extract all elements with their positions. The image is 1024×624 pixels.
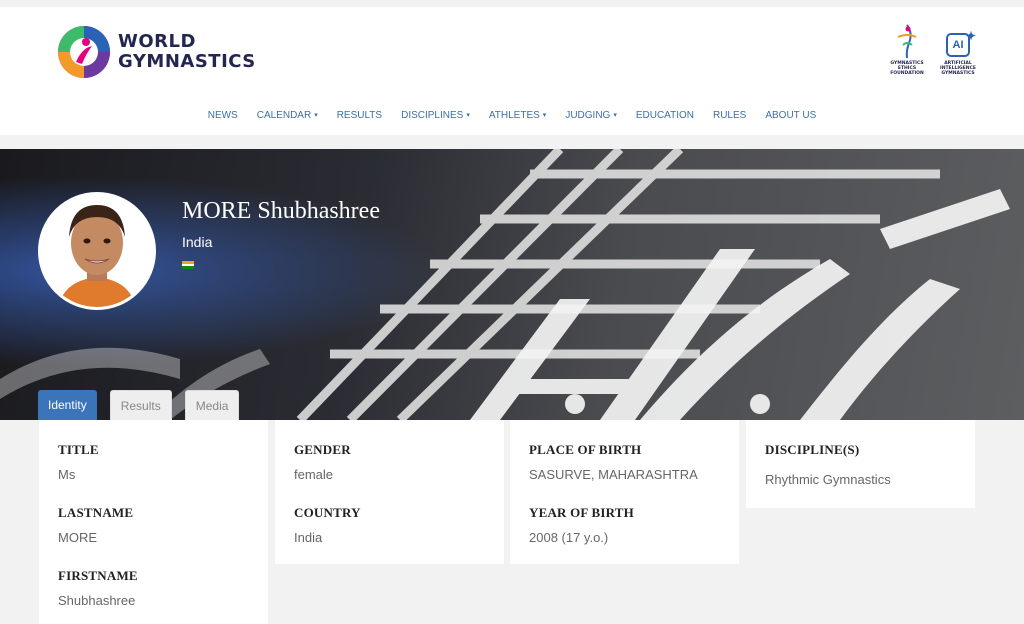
ai-gymnastics-logo-icon: AI ✦	[946, 29, 976, 57]
field-place-of-birth-value: SASURVE, MAHARASHTRA	[529, 467, 698, 482]
ai-gymnastics-label: ARTIFICIAL INTELLIGENCE GYMNASTICS	[940, 61, 976, 76]
world-gymnastics-logo-icon	[58, 26, 110, 78]
tab-media[interactable]: Media	[184, 390, 240, 420]
main-nav: NEWS CALENDAR ▾ RESULTS DISCIPLINES ▾ ATHL…	[0, 103, 1024, 129]
logo-wordmark: WORLD GYMNASTICS	[118, 32, 256, 72]
field-year-of-birth-label: YEAR OF BIRTH	[529, 505, 634, 520]
field-place-of-birth: PLACE OF BIRTH SASURVE, MAHARASHTRA	[529, 442, 698, 482]
nav-results[interactable]: RESULTS	[337, 103, 382, 129]
field-lastname: LASTNAME MORE	[58, 505, 133, 545]
ethics-foundation-label: GYMNASTICS ETHICS FOUNDATION	[890, 61, 924, 76]
top-strip	[0, 0, 1024, 7]
ai-badge-text: AI	[952, 39, 964, 51]
profile-tabs: Identity Results Media	[38, 390, 252, 420]
tab-identity[interactable]: Identity	[38, 390, 97, 420]
athlete-hero-banner	[0, 149, 1024, 420]
field-title-label: TITLE	[58, 442, 99, 457]
nav-judging-label: JUDGING	[565, 110, 611, 121]
nav-about-us-label: ABOUT US	[765, 110, 817, 121]
nav-news[interactable]: NEWS	[208, 103, 238, 129]
logo-line-2: GYMNASTICS	[118, 51, 256, 72]
athlete-photo	[41, 195, 153, 307]
caret-down-icon: ▾	[542, 112, 547, 119]
field-disciplines-value: Rhythmic Gymnastics	[765, 472, 891, 487]
nav-athletes-label: ATHLETES	[488, 110, 540, 121]
field-country: COUNTRY India	[294, 505, 361, 545]
identity-card-gender: GENDER female COUNTRY India	[275, 420, 504, 564]
caret-down-icon: ▾	[466, 112, 470, 119]
identity-card-discipline: DISCIPLINE(S) Rhythmic Gymnastics	[746, 420, 975, 508]
ai-gymnastics-link[interactable]: AI ✦ ARTIFICIAL INTELLIGENCE GYMNASTICS	[938, 23, 978, 85]
field-firstname-value: Shubhashree	[58, 593, 136, 608]
nav-judging[interactable]: JUDGING ▾	[565, 103, 617, 129]
nav-education[interactable]: EDUCATION	[636, 103, 694, 129]
tab-results[interactable]: Results	[109, 390, 172, 420]
nav-results-label: RESULTS	[336, 110, 383, 121]
ethics-foundation-logo-icon	[897, 24, 917, 59]
nav-rules-label: RULES	[712, 110, 747, 121]
ethics-foundation-link[interactable]: GYMNASTICS ETHICS FOUNDATION	[887, 23, 927, 85]
athlete-avatar	[38, 192, 156, 310]
nav-disciplines-label: DISCIPLINES	[401, 110, 464, 121]
field-disciplines: DISCIPLINE(S) Rhythmic Gymnastics	[765, 442, 891, 487]
field-lastname-value: MORE	[58, 530, 97, 545]
flag-stripe-bottom	[182, 266, 194, 269]
field-firstname: FIRSTNAME Shubhashree	[58, 568, 138, 608]
field-gender-label: GENDER	[294, 442, 351, 457]
field-country-value: India	[294, 530, 323, 545]
caret-down-icon: ▾	[613, 112, 617, 119]
nav-about-us[interactable]: ABOUT US	[765, 103, 816, 129]
field-firstname-label: FIRSTNAME	[58, 568, 138, 583]
field-country-label: COUNTRY	[294, 505, 361, 520]
athlete-name: MORE Shubhashree	[182, 198, 380, 224]
identity-card-birth: PLACE OF BIRTH SASURVE, MAHARASHTRA YEAR…	[510, 420, 739, 564]
sparkle-icon: ✦	[965, 29, 976, 43]
field-disciplines-label: DISCIPLINE(S)	[765, 442, 860, 457]
world-gymnastics-logo[interactable]: WORLD GYMNASTICS	[56, 24, 256, 80]
hero-background-image	[0, 149, 1024, 420]
field-title-value: Ms	[58, 467, 76, 482]
field-lastname-label: LASTNAME	[58, 505, 134, 520]
nav-rules[interactable]: RULES	[713, 103, 746, 129]
identity-card-names: TITLE Ms LASTNAME MORE FIRSTNAME Shubhas…	[39, 420, 268, 624]
nav-calendar-label: CALENDAR	[256, 110, 312, 121]
caret-down-icon: ▾	[314, 112, 318, 119]
site-header: WORLD GYMNASTICS GYMNASTICS ETHICS FOUND…	[0, 7, 1024, 135]
field-title: TITLE Ms	[58, 442, 99, 482]
nav-disciplines[interactable]: DISCIPLINES ▾	[401, 103, 470, 129]
nav-news-label: NEWS	[207, 110, 238, 121]
field-gender: GENDER female	[294, 442, 351, 482]
india-flag-icon	[182, 261, 194, 269]
nav-education-label: EDUCATION	[635, 110, 694, 121]
field-year-of-birth-value: 2008 (17 y.o.)	[529, 530, 609, 545]
field-year-of-birth: YEAR OF BIRTH 2008 (17 y.o.)	[529, 505, 634, 545]
field-place-of-birth-label: PLACE OF BIRTH	[529, 442, 642, 457]
nav-calendar[interactable]: CALENDAR ▾	[257, 103, 318, 129]
field-gender-value: female	[294, 467, 334, 482]
logo-line-1: WORLD	[118, 31, 196, 52]
athlete-country: India	[182, 234, 213, 250]
nav-athletes[interactable]: ATHLETES ▾	[489, 103, 546, 129]
